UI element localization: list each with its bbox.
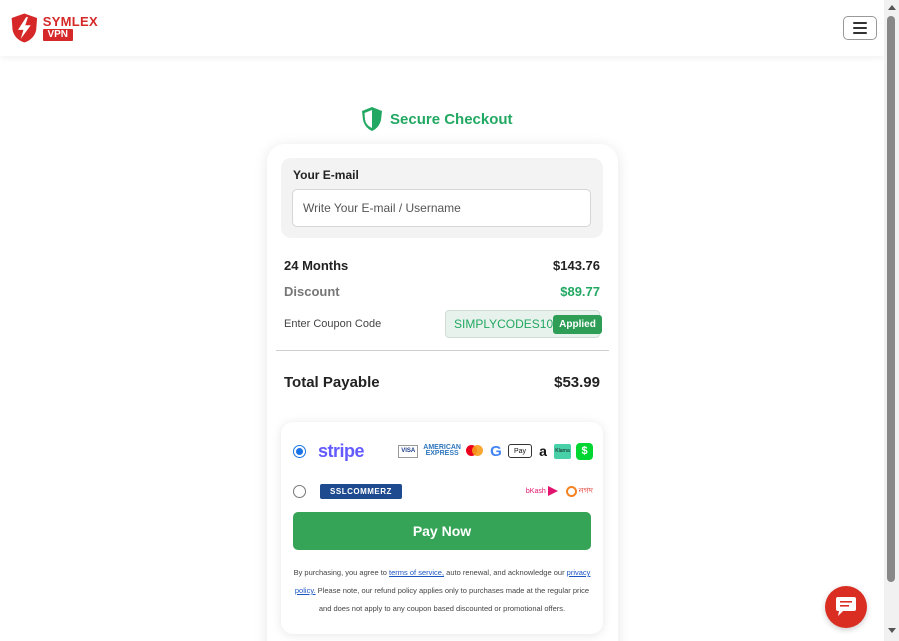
scroll-thumb[interactable] <box>887 16 895 582</box>
bkash-icon: bKash <box>526 486 558 496</box>
plan-label: 24 Months <box>284 258 349 273</box>
discount-label: Discount <box>284 284 340 299</box>
top-navbar: SYMLEX VPN <box>0 0 884 56</box>
klarna-icon: Klarna <box>554 443 571 459</box>
chat-button[interactable] <box>825 586 867 628</box>
sslcommerz-radio[interactable] <box>293 484 306 498</box>
coupon-field[interactable]: SIMPLYCODES10 Applied <box>445 310 602 338</box>
page-title: Secure Checkout <box>390 110 513 128</box>
amazon-icon: a <box>539 443 547 459</box>
hamburger-icon <box>853 22 867 24</box>
coupon-applied-badge: Applied <box>553 314 602 334</box>
stripe-logo: stripe <box>318 440 365 461</box>
plan-row: 24 Months $143.76 <box>284 258 600 273</box>
terms-middle: auto renewal, and acknowledge our <box>444 568 567 577</box>
plan-price: $143.76 <box>553 258 600 273</box>
discount-value: $89.77 <box>560 284 600 299</box>
coupon-code: SIMPLYCODES10 <box>454 317 554 331</box>
scroll-up-arrow-icon[interactable] <box>888 5 896 10</box>
email-label: Your E-mail <box>293 168 359 182</box>
scroll-down-arrow-icon[interactable] <box>888 628 896 633</box>
apple-pay-icon: Pay <box>508 444 532 458</box>
terms-suffix: Please note, our refund policy applies o… <box>315 586 590 613</box>
nagad-label: নগদ <box>578 485 593 495</box>
checkout-page: SYMLEX VPN Secure Checkout Your E-mail 2 <box>0 0 899 641</box>
card-brand-icons: VISA AMERICAN EXPRESS G Pay a Klarna $ <box>398 442 593 460</box>
amex-line-2: EXPRESS <box>425 450 459 457</box>
hamburger-icon-line <box>853 27 867 29</box>
mastercard-icon <box>466 445 484 457</box>
logo-text: SYMLEX VPN <box>42 14 98 41</box>
cash-app-icon: $ <box>576 442 593 460</box>
coupon-label: Enter Coupon Code <box>284 318 382 330</box>
bkash-label: bKash <box>525 487 546 495</box>
logo-word: SYMLEX <box>42 14 98 29</box>
terms-prefix: By purchasing, you agree to <box>293 568 390 577</box>
shield-icon <box>362 107 382 131</box>
sslcommerz-logo: SSLCOMMERZ <box>320 483 402 499</box>
total-value: $53.99 <box>554 374 600 391</box>
logo-vpn-badge: VPN <box>42 29 73 41</box>
page-scrollbar[interactable] <box>884 0 899 641</box>
local-wallet-icons: bKash নগদ <box>526 485 593 498</box>
payment-option-sslcommerz[interactable]: SSLCOMMERZ bKash নগদ <box>293 480 593 502</box>
email-field[interactable] <box>292 189 591 227</box>
bkash-bird-icon <box>547 486 558 496</box>
shield-bolt-icon <box>11 13 38 43</box>
google-pay-icon: G <box>490 442 502 460</box>
pay-now-button[interactable]: Pay Now <box>293 512 591 550</box>
menu-toggle-button[interactable] <box>843 16 877 40</box>
nagad-circle-icon <box>565 485 577 497</box>
american-express-icon: AMERICAN EXPRESS <box>423 444 461 458</box>
coupon-row: Enter Coupon Code SIMPLYCODES10 Applied <box>284 309 602 339</box>
email-section: Your E-mail <box>281 158 603 238</box>
total-row: Total Payable $53.99 <box>284 374 600 391</box>
payment-option-stripe[interactable]: stripe VISA AMERICAN EXPRESS G Pay a Kla… <box>293 439 593 463</box>
total-label: Total Payable <box>284 374 380 391</box>
visa-icon: VISA <box>398 444 419 458</box>
terms-of-service-link[interactable]: terms of service, <box>389 568 444 577</box>
hamburger-icon-line <box>853 32 867 34</box>
payment-section: stripe VISA AMERICAN EXPRESS G Pay a Kla… <box>281 422 603 634</box>
stripe-radio[interactable] <box>293 444 306 458</box>
nagad-icon: নগদ <box>565 485 593 498</box>
discount-row: Discount $89.77 <box>284 284 600 299</box>
terms-notice: By purchasing, you agree to terms of ser… <box>293 564 591 618</box>
symlex-logo[interactable]: SYMLEX VPN <box>8 10 98 46</box>
divider <box>276 350 609 351</box>
chat-icon <box>836 597 856 616</box>
secure-checkout-heading: Secure Checkout <box>360 106 513 132</box>
checkout-card: Your E-mail 24 Months $143.76 Discount $… <box>267 144 618 641</box>
